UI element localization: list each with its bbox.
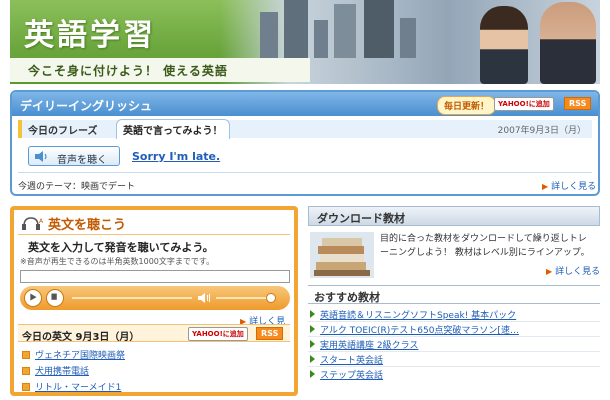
books-image	[310, 232, 374, 278]
arrow-right-icon: ▶	[546, 267, 553, 276]
recommended-item-label: スタート英会話	[320, 356, 384, 366]
arrow-right-icon	[310, 325, 315, 333]
arrow-right-icon	[310, 340, 315, 348]
divider	[308, 336, 600, 337]
speaker-icon	[35, 151, 47, 162]
download-description: 目的に合った教材をダウンロードして繰り返しトレーニングしよう！ 教材はレベル別に…	[380, 234, 590, 258]
listen-panel: A 英文を聴こう 英文を入力して発音を聴いてみよう。 ※音声が再生できるのは半角…	[10, 206, 298, 396]
building-shape	[400, 18, 416, 58]
download-more-link[interactable]: ▶ 詳しく見る	[546, 264, 600, 277]
recommended-item[interactable]: 英語音読＆リスニングソフトSpeak! 基本パック	[310, 308, 516, 321]
listen-instruction: 英文を入力して発音を聴いてみよう。	[28, 241, 214, 254]
recommended-item[interactable]: スタート英会話	[310, 353, 383, 366]
stop-icon	[51, 293, 57, 300]
phrase-label: 今日のフレーズ	[28, 126, 98, 137]
daily-english-title: デイリーイングリッシュ	[20, 99, 153, 113]
download-more-label: 詳しく見る	[555, 267, 601, 277]
recommended-title: おすすめ教材	[314, 291, 380, 304]
woman-photo	[480, 6, 528, 84]
arrow-right-icon	[310, 370, 315, 378]
bullet-icon	[22, 383, 30, 391]
daily-english-titlebar: デイリーイングリッシュ 毎日更新！ YAHOO!に追加 RSS	[12, 92, 598, 116]
recommended-item[interactable]: アルク TOEIC(R)テスト650点突破マラソン[速…	[310, 323, 519, 336]
page-subtitle: 今こそ身に付けよう！ 使える英語	[28, 64, 228, 78]
play-icon	[30, 293, 37, 301]
stop-button[interactable]	[46, 289, 64, 307]
today-sentence-item[interactable]: ヴェネチア国際映画祭	[22, 348, 125, 361]
recommended-item-label: アルク TOEIC(R)テスト650点突破マラソン[速…	[320, 326, 519, 336]
bridge-tower	[364, 0, 394, 58]
today-sentence-item-label: 犬用携帯電話	[35, 367, 90, 377]
divider	[308, 351, 600, 352]
add-to-yahoo-button[interactable]: YAHOO!に追加	[494, 97, 554, 111]
download-section-header: ダウンロード教材	[308, 206, 600, 226]
volume-slider-knob[interactable]	[266, 293, 276, 303]
play-button[interactable]	[24, 289, 42, 307]
today-sentence-label: 今日の英文 9月3日（月）	[22, 332, 140, 343]
today-sentence-item[interactable]: リトル・マーメイド1	[22, 380, 121, 393]
add-to-yahoo-button[interactable]: YAHOO!に追加	[188, 327, 248, 341]
recommended-item[interactable]: 実用英語講座 2級クラス	[310, 338, 418, 351]
listen-audio-button[interactable]: 音声を聴く	[28, 146, 120, 166]
english-text-input[interactable]	[20, 270, 290, 283]
recommended-item-label: ステップ英会話	[320, 371, 384, 381]
daily-more-label: 詳しく見る	[551, 182, 597, 192]
divider	[308, 321, 600, 322]
phrase-tab[interactable]: 英語で言ってみよう！	[116, 119, 230, 139]
today-sentence-item-label: リトル・マーメイド1	[35, 383, 122, 393]
listen-note: ※音声が再生できるのは半角英数1000文字までです。	[20, 257, 215, 266]
arrow-right-icon	[310, 355, 315, 363]
building-shape	[314, 20, 328, 58]
phrase-date: 2007年9月3日（月）	[497, 126, 586, 136]
progress-track[interactable]	[72, 297, 192, 299]
daily-more-link[interactable]: ▶ 詳しく見る	[542, 179, 596, 192]
rss-button[interactable]: RSS	[256, 327, 284, 340]
phrase-row: 今日のフレーズ 英語で言ってみよう！ 2007年9月3日（月）	[18, 119, 592, 139]
today-sentence-item-label: ヴェネチア国際映画祭	[35, 351, 126, 361]
rss-button[interactable]: RSS	[564, 97, 592, 110]
building-shape	[334, 4, 356, 58]
building-shape	[284, 0, 308, 58]
daily-update-badge: 毎日更新！	[437, 96, 497, 115]
volume-icon	[198, 293, 210, 303]
recommended-item-label: 英語音読＆リスニングソフトSpeak! 基本パック	[320, 311, 517, 321]
divider	[308, 366, 600, 367]
divider	[18, 172, 592, 173]
headphones-icon: A	[22, 217, 44, 230]
building-shape	[260, 12, 278, 58]
download-title: ダウンロード教材	[317, 212, 405, 225]
page-title: 英語学習	[24, 18, 156, 53]
audio-player	[20, 286, 290, 310]
today-sentence-item[interactable]: 犬用携帯電話	[22, 364, 89, 377]
today-sentence-bar: 今日の英文 9月3日（月） YAHOO!に追加 RSS	[18, 324, 290, 343]
listen-heading: 英文を聴こう	[48, 218, 127, 233]
listen-audio-label: 音声を聴く	[57, 155, 107, 166]
daily-sentence-link[interactable]: Sorry I'm late.	[132, 150, 220, 163]
man-photo	[540, 2, 596, 84]
arrow-right-icon: ▶	[542, 182, 549, 191]
recommended-section-header: おすすめ教材	[308, 285, 600, 304]
header-banner: 英語学習 今こそ身に付けよう！ 使える英語	[10, 0, 600, 84]
bullet-icon	[22, 351, 30, 359]
bullet-icon	[22, 367, 30, 375]
svg-text:A: A	[39, 218, 44, 225]
recommended-item[interactable]: ステップ英会話	[310, 368, 383, 381]
daily-english-panel: デイリーイングリッシュ 毎日更新！ YAHOO!に追加 RSS 今日のフレーズ …	[10, 90, 600, 196]
recommended-item-label: 実用英語講座 2級クラス	[320, 341, 419, 351]
arrow-right-icon	[310, 310, 315, 318]
weekly-theme: 今週のテーマ：映画でデート	[18, 182, 136, 192]
divider	[18, 234, 290, 235]
